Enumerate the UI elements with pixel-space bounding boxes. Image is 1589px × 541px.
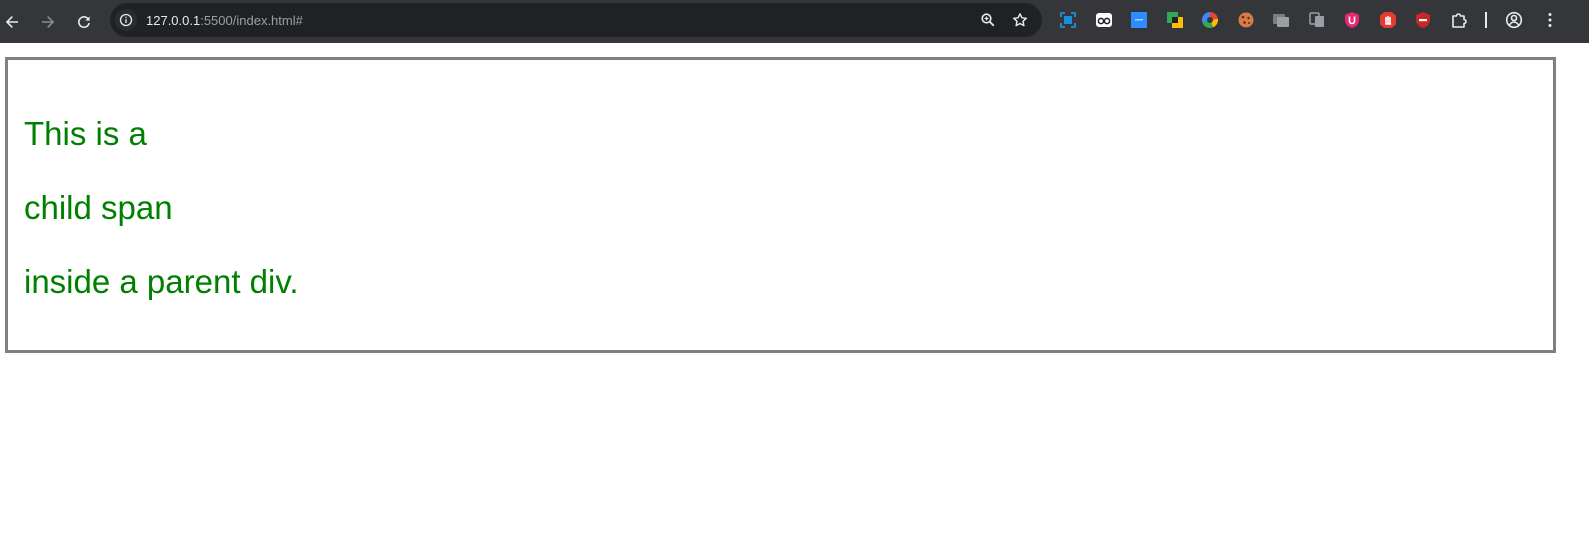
reload-icon — [77, 15, 90, 28]
toolbar-divider — [1485, 12, 1487, 28]
ext-block-shield[interactable] — [1412, 9, 1434, 31]
block-shield-extension-icon — [1416, 12, 1430, 28]
address-bar-actions — [978, 3, 1030, 37]
ext-eyes[interactable] — [1093, 9, 1115, 31]
ext-tabs[interactable] — [1270, 9, 1292, 31]
screen-capture-extension-icon — [1060, 12, 1076, 28]
url-text[interactable]: 127.0.0.1:5500/index.html# — [146, 13, 303, 28]
eyes-extension-icon — [1095, 13, 1112, 27]
ext-shield-u[interactable] — [1341, 9, 1363, 31]
info-icon — [119, 13, 133, 27]
browser-toolbar: 127.0.0.1:5500/index.html# — [0, 0, 1589, 43]
ext-blue-square[interactable] — [1128, 9, 1150, 31]
bookmark-button[interactable] — [1010, 10, 1030, 30]
star-icon — [1013, 13, 1027, 27]
shield-u-extension-icon — [1345, 12, 1359, 28]
puzzle-extensions-icon — [1451, 13, 1467, 28]
page-viewport: This is a child span inside a parent div… — [0, 43, 1589, 541]
arrow-left-icon — [5, 15, 18, 28]
zoom-icon — [981, 13, 995, 27]
kebab-menu-icon — [1548, 13, 1551, 27]
forward-button[interactable] — [34, 8, 62, 36]
ext-copy[interactable] — [1306, 9, 1328, 31]
blue-square-extension-icon — [1131, 12, 1147, 28]
ext-hand-stop[interactable] — [1377, 9, 1399, 31]
child-span-line-2: child span — [24, 189, 173, 226]
url-host: 127.0.0.1 — [146, 12, 201, 28]
ext-color-wheel[interactable] — [1199, 9, 1221, 31]
extensions-bar — [1057, 0, 1561, 40]
ext-cookie[interactable] — [1235, 9, 1257, 31]
site-info-button[interactable] — [115, 9, 137, 31]
ext-overlap-squares[interactable] — [1164, 9, 1186, 31]
tabs-extension-icon — [1273, 14, 1289, 27]
url-path: :5500/index.html# — [200, 12, 303, 28]
child-span-line-1: This is a — [24, 115, 147, 152]
ext-screen-capture[interactable] — [1057, 9, 1079, 31]
zoom-button[interactable] — [978, 10, 998, 30]
hand-stop-extension-icon — [1379, 12, 1396, 28]
ext-extensions-menu[interactable] — [1448, 9, 1470, 31]
browser-menu-button[interactable] — [1539, 9, 1561, 31]
arrow-right-icon — [42, 15, 55, 28]
overlap-squares-extension-icon — [1166, 12, 1183, 28]
reload-button[interactable] — [70, 8, 98, 36]
copy-extension-icon — [1308, 12, 1324, 27]
profile-button[interactable] — [1503, 9, 1525, 31]
back-button[interactable] — [0, 8, 26, 36]
profile-icon — [1505, 11, 1523, 29]
child-span-line-3: inside a parent div. — [24, 263, 299, 300]
parent-div: This is a child span inside a parent div… — [5, 57, 1556, 353]
cookie-extension-icon — [1238, 12, 1253, 28]
color-wheel-extension-icon — [1201, 11, 1219, 29]
address-bar[interactable]: 127.0.0.1:5500/index.html# — [110, 3, 1042, 37]
